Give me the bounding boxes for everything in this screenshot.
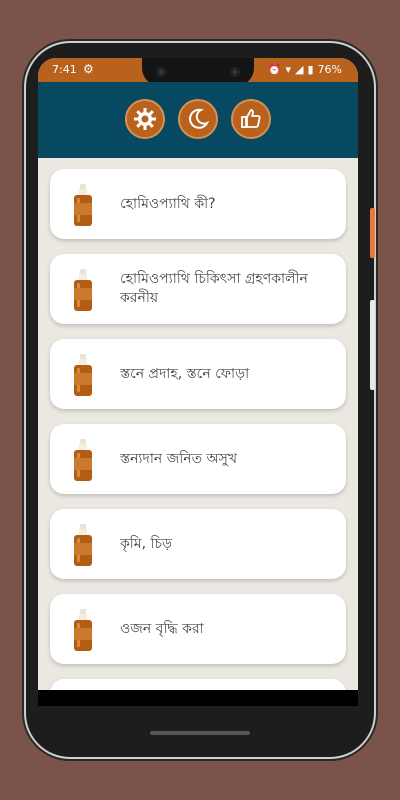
medicine-bottle-icon xyxy=(74,439,92,481)
settings-status-icon: ⚙ xyxy=(83,62,94,76)
battery-icon: ▮ xyxy=(307,63,314,76)
list-item-label: হোমিওপ্যাথি চিকিৎসা গ্রহণকালীন করনীয় xyxy=(120,271,308,306)
thumbs-up-icon xyxy=(241,109,261,128)
list-item[interactable]: স্তন্যদান জনিত অসুখ xyxy=(50,424,346,494)
night-mode-button[interactable] xyxy=(178,99,218,139)
app-header xyxy=(38,82,358,158)
moon-icon xyxy=(189,108,210,129)
medicine-bottle-icon xyxy=(74,609,92,651)
list-item-label: স্তনে প্রদাহ, স্তনে ফোড়া xyxy=(120,365,250,382)
status-icons: ⏰ ▾ ◢ ▮ 76% xyxy=(268,63,342,76)
list-item-label: স্তন্যদান জনিত অসুখ xyxy=(120,450,238,467)
list-item-label: ওজন বৃদ্ধি করা xyxy=(120,620,204,637)
signal-icon: ◢ xyxy=(295,63,304,76)
status-time: 7:41 xyxy=(52,63,77,76)
app-screen: 7:41 ⚙ ⏰ ▾ ◢ ▮ 76% হোমিওপ্যাথি কী? হোমিও… xyxy=(38,58,358,706)
alarm-icon: ⏰ xyxy=(267,63,282,76)
medicine-bottle-icon xyxy=(74,524,92,566)
like-button[interactable] xyxy=(231,99,271,139)
topic-list: হোমিওপ্যাথি কী? হোমিওপ্যাথি চিকিৎসা গ্রহ… xyxy=(38,158,358,706)
power-button xyxy=(370,208,375,258)
medicine-bottle-icon xyxy=(74,354,92,396)
gear-icon xyxy=(134,108,156,130)
camera-icon xyxy=(156,67,166,77)
battery-level: 76% xyxy=(317,63,342,76)
settings-button[interactable] xyxy=(125,99,165,139)
wifi-icon: ▾ xyxy=(285,63,292,76)
list-item[interactable]: ওজন বৃদ্ধি করা xyxy=(50,594,346,664)
list-item[interactable]: হোমিওপ্যাথি কী? xyxy=(50,169,346,239)
sensor-icon xyxy=(230,67,240,77)
list-item[interactable]: হোমিওপ্যাথি চিকিৎসা গ্রহণকালীন করনীয় xyxy=(50,254,346,324)
volume-button xyxy=(370,300,375,390)
medicine-bottle-icon xyxy=(74,269,92,311)
medicine-bottle-icon xyxy=(74,184,92,226)
list-item[interactable]: কৃমি, চিড় xyxy=(50,509,346,579)
list-item[interactable]: স্তনে প্রদাহ, স্তনে ফোড়া xyxy=(50,339,346,409)
list-item-label: কৃমি, চিড় xyxy=(120,535,173,552)
navigation-bar xyxy=(38,690,358,706)
home-indicator[interactable] xyxy=(150,731,250,735)
list-item-label: হোমিওপ্যাথি কী? xyxy=(120,195,216,212)
